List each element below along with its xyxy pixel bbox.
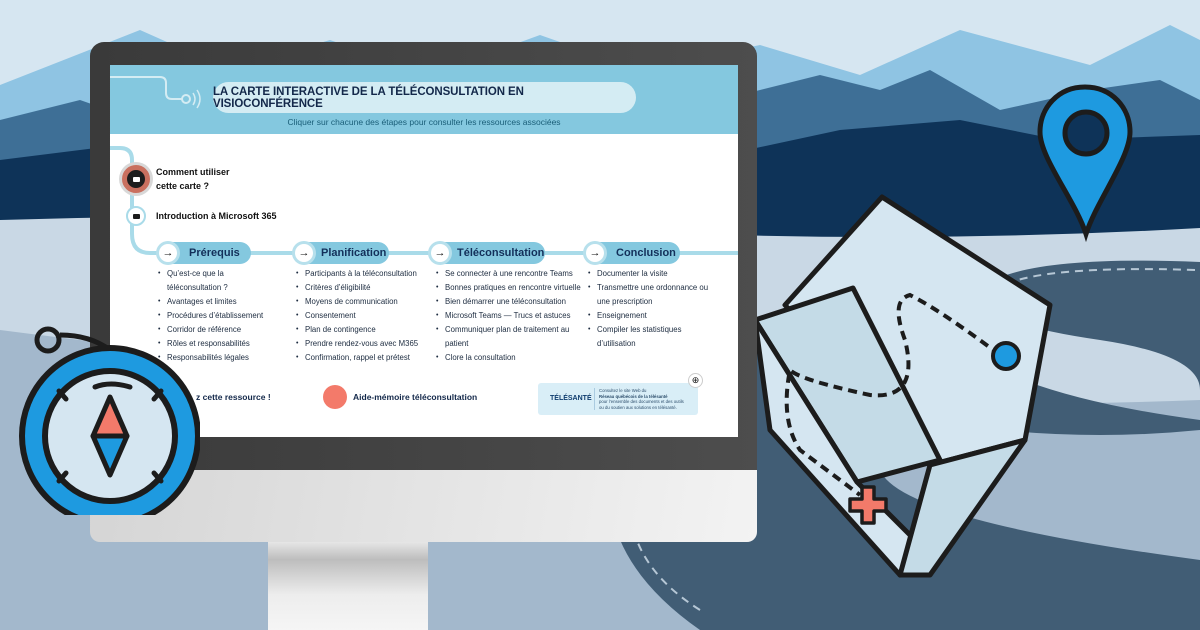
monitor-stand	[268, 542, 428, 630]
step-label: Téléconsultation	[457, 247, 545, 259]
step-label: Conclusion	[616, 247, 676, 259]
resource-link[interactable]: une prescription	[588, 295, 708, 309]
telesante-description: Consultez le site Web du Réseau québécoi…	[594, 388, 684, 410]
resource-link[interactable]: Microsoft Teams — Trucs et astuces	[436, 309, 581, 323]
arrow-right-icon: →	[295, 244, 313, 262]
telesante-line: pour l’ensemble des documents et des out…	[599, 399, 684, 404]
map-destination-dot	[991, 341, 1021, 371]
screen-header: LA CARTE INTERACTIVE DE LA TÉLÉCONSULTAT…	[110, 65, 738, 134]
planification-resource-list: Participants à la téléconsultation Critè…	[296, 267, 418, 365]
intro-label: Introduction à Microsoft 365	[156, 211, 277, 221]
resource-link[interactable]: Bonnes pratiques en rencontre virtuelle	[436, 281, 581, 295]
resource-link[interactable]: téléconsultation ?	[158, 281, 263, 295]
resource-link[interactable]: Participants à la téléconsultation	[296, 267, 418, 281]
resource-link[interactable]: Moyens de communication	[296, 295, 418, 309]
resource-link[interactable]: Bien démarrer une téléconsultation	[436, 295, 581, 309]
teleconsultation-resource-list: Se connecter à une rencontre Teams Bonne…	[436, 267, 581, 365]
resource-link[interactable]: Se connecter à une rencontre Teams	[436, 267, 581, 281]
intro-item-how-to-use[interactable]: Comment utiliser cette carte ?	[122, 165, 230, 193]
monitor-screen: LA CARTE INTERACTIVE DE LA TÉLÉCONSULTAT…	[110, 65, 738, 437]
intro-label: Comment utiliser	[156, 167, 230, 177]
arrow-right-icon: →	[431, 244, 449, 262]
resource-link[interactable]: Transmettre une ordonnance ou	[588, 281, 708, 295]
resource-link[interactable]: Qu’est-ce que la	[158, 267, 263, 281]
conclusion-resource-list: Documenter la visite Transmettre une ord…	[588, 267, 708, 351]
resource-link[interactable]: Confirmation, rappel et prétest	[296, 351, 418, 365]
step-label: Planification	[321, 247, 387, 259]
resource-callout: z cette ressource !	[196, 392, 271, 402]
video-camera-icon[interactable]	[126, 206, 146, 226]
intro-item-microsoft-365[interactable]: Introduction à Microsoft 365	[126, 206, 277, 226]
resource-link[interactable]: Clore la consultation	[436, 351, 581, 365]
resource-link[interactable]: Avantages et limites	[158, 295, 263, 309]
step-prerequis[interactable]: → Prérequis	[157, 242, 251, 264]
resource-link[interactable]: Enseignement	[588, 309, 708, 323]
resource-link[interactable]: Communiquer plan de traitement au	[436, 323, 581, 337]
compass-illustration	[19, 326, 200, 515]
resource-link[interactable]: Prendre rendez-vous avec M365	[296, 337, 418, 351]
step-label: Prérequis	[189, 247, 240, 259]
page-subtitle: Cliquer sur chacune des étapes pour cons…	[287, 117, 561, 127]
aide-memoire-dot[interactable]	[323, 385, 347, 409]
intro-label: cette carte ?	[156, 181, 210, 191]
globe-icon[interactable]: ⊕	[688, 373, 703, 388]
telesante-line: ou du soutien aux solutions en télésanté…	[599, 404, 677, 410]
signal-connector-icon	[110, 76, 201, 109]
telesante-logo: TÉLÉSANTÉ	[550, 395, 592, 402]
arrow-right-icon: →	[586, 244, 604, 262]
video-camera-icon[interactable]	[122, 165, 150, 193]
resource-link[interactable]: Documenter la visite	[588, 267, 708, 281]
step-conclusion[interactable]: → Conclusion	[584, 242, 680, 264]
resource-link[interactable]: Critères d’éligibilité	[296, 281, 418, 295]
arrow-right-icon: →	[159, 244, 177, 262]
aide-memoire-link[interactable]: Aide-mémoire téléconsultation	[353, 392, 477, 402]
resource-link[interactable]: patient	[436, 337, 581, 351]
resource-link[interactable]: Consentement	[296, 309, 418, 323]
resource-link[interactable]: Plan de contingence	[296, 323, 418, 337]
page-title-pill: LA CARTE INTERACTIVE DE LA TÉLÉCONSULTAT…	[213, 82, 636, 113]
telesante-card[interactable]: TÉLÉSANTÉ Consultez le site Web du Résea…	[538, 383, 698, 415]
page-title: LA CARTE INTERACTIVE DE LA TÉLÉCONSULTAT…	[213, 85, 524, 110]
step-teleconsultation[interactable]: → Téléconsultation	[429, 242, 545, 264]
step-planification[interactable]: → Planification	[293, 242, 389, 264]
resource-link[interactable]: Compiler les statistiques	[588, 323, 708, 337]
resource-link[interactable]: d’utilisation	[588, 337, 708, 351]
